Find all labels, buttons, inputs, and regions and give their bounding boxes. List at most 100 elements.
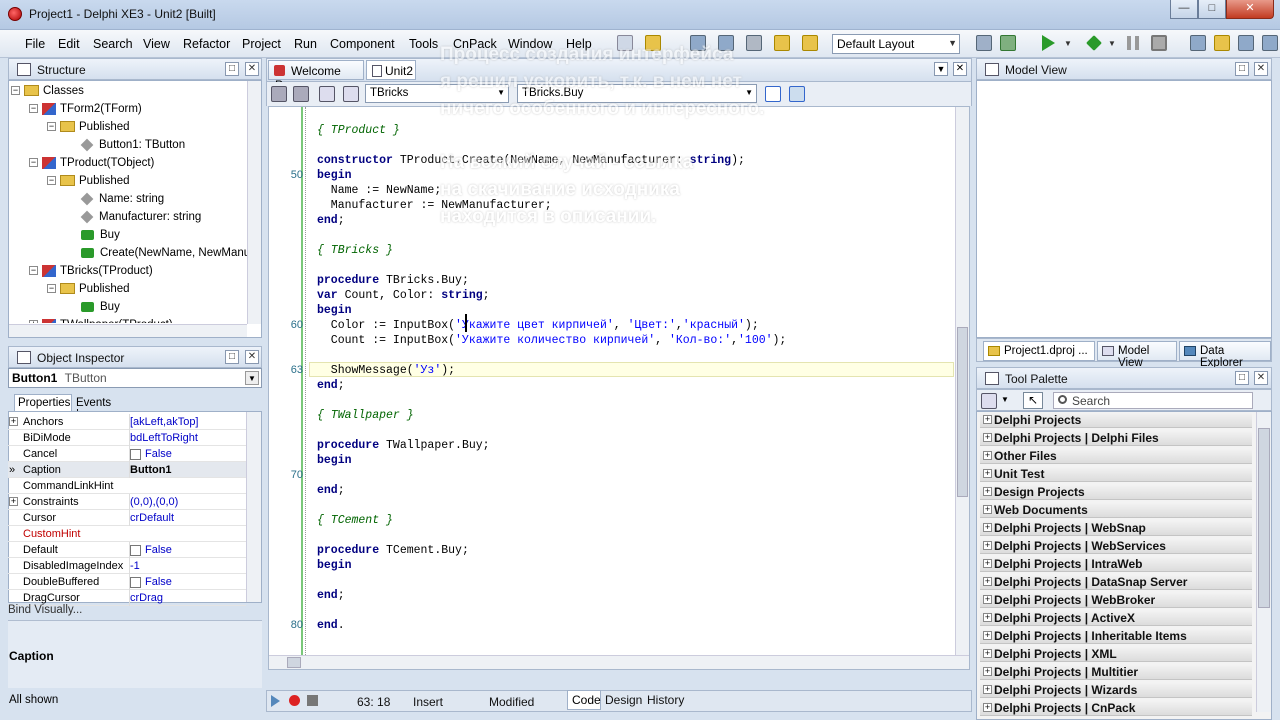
tab-design[interactable]: Design [605, 693, 642, 707]
property-row[interactable]: CustomHint [8, 526, 246, 542]
property-row[interactable]: Cursor crDefault [8, 510, 246, 526]
tree-item-name[interactable]: Name: string [80, 190, 164, 208]
menu-search[interactable]: Search [93, 37, 133, 51]
set-debug-desktop-icon[interactable] [1000, 35, 1016, 51]
palette-category[interactable]: + Delphi Projects | Inheritable Items [980, 628, 1252, 644]
tab-history[interactable]: History [647, 693, 684, 707]
close-file-icon[interactable] [746, 35, 762, 51]
palette-category[interactable]: + Delphi Projects | WebSnap [980, 520, 1252, 536]
palette-scrollbar[interactable] [1256, 412, 1271, 712]
palette-category[interactable]: + Delphi Projects | XML [980, 646, 1252, 662]
stop-icon[interactable] [1151, 35, 1167, 51]
tree-item-classes[interactable]: − Classes [11, 82, 84, 100]
desktop-layout-select[interactable]: Default Layout ▼ [832, 34, 960, 54]
close-icon[interactable]: ✕ [1254, 62, 1268, 76]
collapse-icon[interactable]: − [29, 104, 38, 114]
property-value[interactable]: Button1 [129, 462, 246, 478]
property-row[interactable]: Default False [8, 542, 246, 558]
categories-icon[interactable] [981, 393, 997, 409]
property-value[interactable]: bdLeftToRight [129, 430, 246, 446]
palette-category[interactable]: + Delphi Projects | Multitier [980, 664, 1252, 680]
property-row[interactable]: » Caption Button1 [8, 462, 246, 478]
palette-category[interactable]: + Delphi Projects | ActiveX [980, 610, 1252, 626]
expand-icon[interactable]: + [983, 469, 992, 478]
menu-edit[interactable]: Edit [58, 37, 80, 51]
editor-horizontal-scrollbar[interactable] [269, 655, 969, 669]
tab-welcome-page[interactable]: Welcome Page [268, 60, 364, 92]
property-value[interactable]: (0,0),(0,0) [129, 494, 246, 510]
navigate-forward-icon[interactable] [293, 86, 309, 102]
property-value[interactable]: crDrag [129, 590, 246, 606]
editor-vertical-scrollbar[interactable] [955, 107, 969, 655]
tree-item-published[interactable]: − Published [47, 280, 130, 298]
expand-icon[interactable]: + [983, 433, 992, 442]
run-to-cursor-icon[interactable] [1238, 35, 1254, 51]
scroll-thumb[interactable] [1258, 428, 1270, 608]
menu-project[interactable]: Project [242, 37, 281, 51]
component-selector[interactable]: Button1 TButton ▼ [8, 368, 262, 388]
palette-category[interactable]: + Delphi Projects [980, 412, 1252, 428]
pin-icon[interactable]: □ [225, 62, 239, 76]
expand-icon[interactable]: + [983, 685, 992, 694]
implementation-section-icon[interactable] [789, 86, 805, 102]
tree-item-manufacturer[interactable]: Manufacturer: string [80, 208, 201, 226]
expand-icon[interactable]: + [983, 505, 992, 514]
property-value[interactable]: False [129, 574, 246, 590]
expand-icon[interactable]: + [983, 559, 992, 568]
palette-category[interactable]: + Delphi Projects | WebBroker [980, 592, 1252, 608]
run-icon[interactable] [1042, 35, 1055, 51]
collapse-icon[interactable]: − [11, 86, 20, 96]
bind-visually-link[interactable]: Bind Visually... [8, 604, 82, 616]
palette-search-input[interactable]: Search [1053, 392, 1253, 409]
expand-icon[interactable]: + [983, 451, 992, 460]
tab-project-manager[interactable]: Project1.dproj ... [983, 341, 1095, 361]
expand-icon[interactable]: + [983, 613, 992, 622]
toggle-form-unit-icon[interactable] [1262, 35, 1278, 51]
palette-category[interactable]: + Delphi Projects | DataSnap Server [980, 574, 1252, 590]
property-row[interactable]: Cancel False [8, 446, 246, 462]
expand-icon[interactable]: + [983, 541, 992, 550]
property-scrollbar[interactable] [246, 412, 261, 602]
tab-model-view[interactable]: Model View [1097, 341, 1177, 369]
navigate-back-icon[interactable] [271, 86, 287, 102]
checkbox[interactable] [130, 544, 141, 556]
stop-macro-icon[interactable] [307, 695, 318, 706]
chevron-down-icon[interactable]: ▼ [1001, 395, 1009, 404]
collapse-icon[interactable]: − [29, 158, 38, 168]
tree-item-button1[interactable]: Button1: TButton [80, 136, 185, 154]
palette-category[interactable]: + Delphi Projects | Delphi Files [980, 430, 1252, 446]
tree-item-tproduct[interactable]: − TProduct(TObject) [29, 154, 154, 172]
palette-category[interactable]: + Web Documents [980, 502, 1252, 518]
tab-list-icon[interactable]: ▼ [934, 62, 948, 76]
menu-file[interactable]: File [25, 37, 45, 51]
pointer-icon[interactable]: ↖ [1023, 392, 1043, 409]
close-icon[interactable]: ✕ [245, 62, 259, 76]
palette-category[interactable]: + Other Files [980, 448, 1252, 464]
property-row[interactable]: DoubleBuffered False [8, 574, 246, 590]
expand-icon[interactable]: + [9, 417, 18, 426]
expand-icon[interactable]: + [983, 649, 992, 658]
pin-icon[interactable]: □ [225, 350, 239, 364]
interface-icon[interactable] [319, 86, 335, 102]
run-without-debug-icon[interactable] [1086, 35, 1102, 51]
pin-icon[interactable]: □ [1235, 371, 1249, 385]
expand-icon[interactable]: + [983, 487, 992, 496]
pin-icon[interactable]: □ [1235, 62, 1249, 76]
menu-tools[interactable]: Tools [409, 37, 438, 51]
menu-component[interactable]: Component [330, 37, 395, 51]
expand-icon[interactable]: + [9, 497, 18, 506]
expand-icon[interactable]: + [983, 523, 992, 532]
property-row[interactable]: BiDiMode bdLeftToRight [8, 430, 246, 446]
vertical-scrollbar[interactable] [247, 81, 261, 324]
run-without-debug-dropdown-icon[interactable]: ▼ [1108, 39, 1116, 48]
palette-category[interactable]: + Delphi Projects | CnPack [980, 700, 1252, 716]
tab-data-explorer[interactable]: Data Explorer [1179, 341, 1271, 369]
minimize-button[interactable]: — [1170, 0, 1198, 19]
tree-item-tform2[interactable]: − TForm2(TForm) [29, 100, 142, 118]
property-value[interactable]: -1 [129, 558, 246, 574]
checkbox[interactable] [130, 448, 141, 460]
property-value[interactable]: [akLeft,akTop] [129, 414, 246, 430]
close-button[interactable]: ✕ [1226, 0, 1274, 19]
palette-category[interactable]: + Delphi Projects | IntraWeb [980, 556, 1252, 572]
expand-icon[interactable]: + [983, 577, 992, 586]
